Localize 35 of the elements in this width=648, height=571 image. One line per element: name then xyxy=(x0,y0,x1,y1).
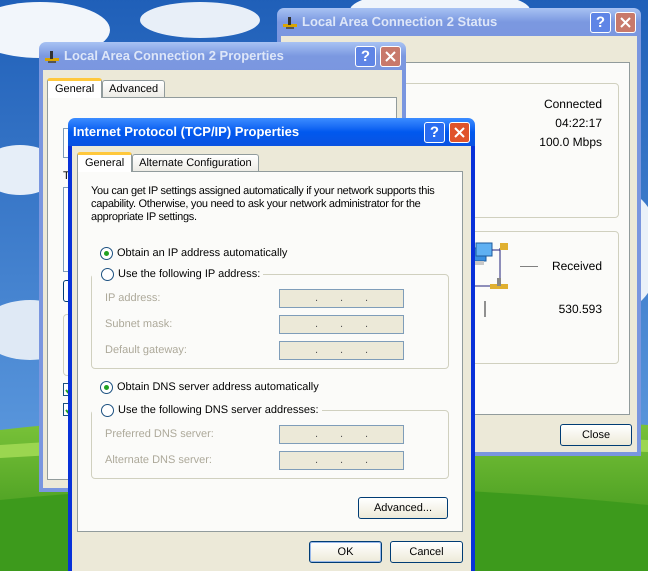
field-label: Preferred DNS server: xyxy=(105,427,215,442)
tab[interactable]: General xyxy=(77,152,132,172)
window-title: Local Area Connection 2 Status xyxy=(302,13,498,32)
advanced-button[interactable]: Advanced... xyxy=(358,497,448,519)
description-text: You can get IP settings assigned automatically if your network supports this capability. Otherwise, you need to ask your network administrator for the appropriate IP settings. xyxy=(91,185,436,224)
field-label: Default gateway: xyxy=(105,343,188,358)
cancel-button[interactable]: Cancel xyxy=(390,541,463,563)
tab[interactable]: Alternate Configuration xyxy=(132,154,259,171)
status-value: Connected xyxy=(544,98,602,111)
window-title: Internet Protocol (TCP/IP) Properties xyxy=(73,123,300,142)
close-button[interactable] xyxy=(449,122,470,142)
field-label: Subnet mask: xyxy=(105,317,174,332)
help-button[interactable]: ? xyxy=(424,122,445,142)
close-button[interactable] xyxy=(380,46,401,66)
received-value: 530.593 xyxy=(558,301,602,318)
close-icon xyxy=(454,126,465,138)
ok-button[interactable]: OK xyxy=(309,541,382,563)
status-value: 04:22:17 xyxy=(555,117,602,130)
close-button[interactable] xyxy=(615,12,636,32)
status-value: 100.0 Mbps xyxy=(539,136,602,149)
close-icon xyxy=(385,50,396,62)
field-label: IP address: xyxy=(105,291,162,306)
activity-label: Received xyxy=(552,258,602,275)
help-button[interactable]: ? xyxy=(590,12,611,32)
tab[interactable]: General xyxy=(47,78,102,98)
tab[interactable]: Advanced xyxy=(102,80,166,97)
connector-icon xyxy=(282,14,298,30)
help-button[interactable]: ? xyxy=(355,46,376,66)
window-title: Local Area Connection 2 Properties xyxy=(64,47,284,66)
radio-option[interactable]: Use the following DNS server addresses: xyxy=(92,402,322,418)
field-label: Alternate DNS server: xyxy=(105,453,213,468)
connector-icon xyxy=(44,48,60,64)
radio-option[interactable]: Use the following IP address: xyxy=(92,266,264,282)
close-dialog-button[interactable]: Close xyxy=(560,424,632,446)
close-icon xyxy=(620,16,631,28)
